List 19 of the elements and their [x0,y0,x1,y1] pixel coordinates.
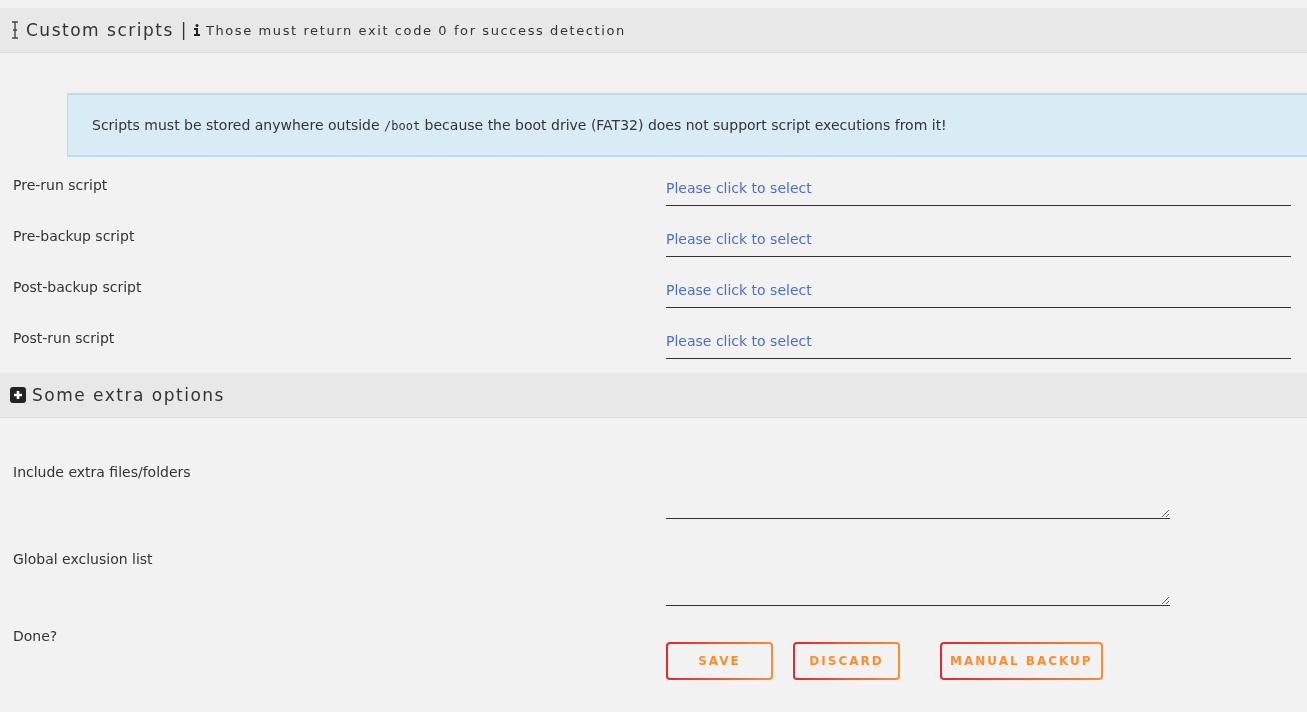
field-label: Include extra files/folders [13,463,192,480]
select-field[interactable]: Please click to select [666,171,1291,206]
text-cursor-icon [10,21,20,39]
field-label: Pre-run script [13,176,109,193]
field-label: Global exclusion list [13,550,154,567]
info-notice: Scripts must be stored anywhere outside /boot because the boot drive (FAT32) does not support script executions from it! [67,93,1307,157]
plus-square-icon [10,387,26,403]
field-label: Post-backup script [13,278,143,295]
section-header[interactable]: Some extra options [0,373,1307,418]
select-field[interactable]: Please click to select [666,273,1291,308]
info-icon [193,24,200,36]
select-field[interactable]: Please click to select [666,324,1291,359]
field-label: Post-run script [13,329,116,346]
section-title: Some extra options [32,385,225,405]
section-title: Custom scripts | [26,20,188,40]
field-label: Done? [13,627,59,644]
field-label: Pre-backup script [13,227,136,244]
select-field[interactable]: Please click to select [666,222,1291,257]
section-hint: Those must return exit code 0 for success detection [205,22,626,38]
